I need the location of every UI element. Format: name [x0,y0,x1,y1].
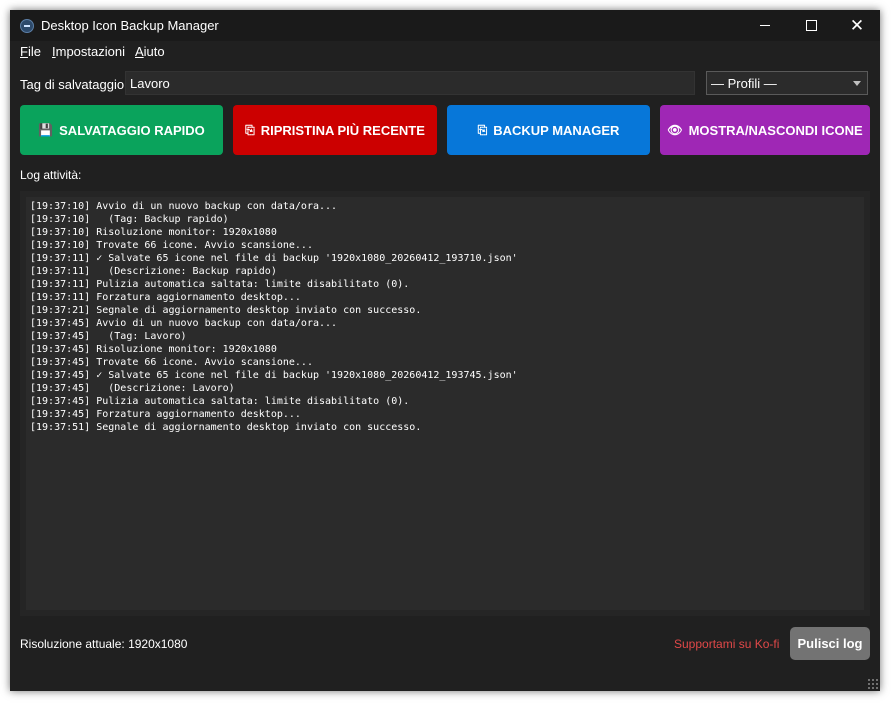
minimize-button[interactable] [742,10,788,41]
backup-manager-label: BACKUP MANAGER [493,122,620,138]
toggle-icons-label: MOSTRA/NASCONDI ICONE [688,122,863,138]
log-line: [19:37:11] (Descrizione: Backup rapido) [30,266,277,277]
restore-latest-label: RIPRISTINA PIÙ RECENTE [260,122,425,138]
log-line: [19:37:10] Risoluzione monitor: 1920x108… [30,227,277,238]
profile-dropdown[interactable]: — Profili — [706,71,868,95]
log-line: [19:37:11] Pulizia automatica saltata: l… [30,279,410,290]
log-label: Log attività: [20,168,82,182]
eye-icon: 👁 [667,123,683,137]
toggle-icons-button[interactable]: 👁 MOSTRA/NASCONDI ICONE [660,105,870,155]
log-line: [19:37:45] Forzatura aggiornamento deskt… [30,409,301,420]
log-line: [19:37:11] ✓ Salvate 65 icone nel file d… [30,253,518,264]
log-line: [19:37:10] (Tag: Backup rapido) [30,214,229,225]
tag-label: Tag di salvataggio: [20,77,128,92]
floppy-icon: 💾 [38,123,54,137]
folder-icon: ⎘ [477,122,488,137]
close-button[interactable]: ✕ [834,10,880,41]
profile-dropdown-value: — Profili — [711,76,777,91]
log-line: [19:37:11] Forzatura aggiornamento deskt… [30,292,301,303]
title-bar[interactable]: Desktop Icon Backup Manager ✕ [10,10,880,41]
log-line: [19:37:51] Segnale di aggiornamento desk… [30,422,422,433]
menu-help[interactable]: Aiuto [135,44,165,59]
clear-log-button[interactable]: Pulisci log [790,627,870,660]
maximize-button[interactable] [788,10,834,41]
quick-save-label: SALVATAGGIO RAPIDO [59,122,205,138]
log-line: [19:37:10] Avvio di un nuovo backup con … [30,201,338,212]
log-line: [19:37:45] (Tag: Lavoro) [30,331,187,342]
tag-input[interactable] [125,71,695,95]
menu-bar: File Impostazioni Aiuto [10,41,880,63]
close-icon: ✕ [849,16,865,35]
log-line: [19:37:45] ✓ Salvate 65 icone nel file d… [30,370,518,381]
log-line: [19:37:45] Trovate 66 icone. Avvio scans… [30,357,313,368]
resize-grip[interactable] [867,678,878,689]
minimize-icon [760,25,770,26]
app-logo-icon [20,19,34,33]
log-line: [19:37:45] Pulizia automatica saltata: l… [30,396,410,407]
log-line: [19:37:21] Segnale di aggiornamento desk… [30,305,422,316]
restore-latest-button[interactable]: ⎘ RIPRISTINA PIÙ RECENTE [233,105,437,155]
chevron-down-icon [853,81,861,86]
menu-file[interactable]: File [20,44,41,59]
menu-settings[interactable]: Impostazioni [52,44,125,59]
log-line: [19:37:45] Avvio di un nuovo backup con … [30,318,338,329]
log-line: [19:37:10] Trovate 66 icone. Avvio scans… [30,240,313,251]
current-resolution-status: Risoluzione attuale: 1920x1080 [20,637,188,651]
activity-log[interactable]: [19:37:10] Avvio di un nuovo backup con … [26,197,864,610]
maximize-icon [805,20,817,31]
restore-icon: ⎘ [245,122,255,137]
window-title: Desktop Icon Backup Manager [41,18,219,33]
kofi-support-link[interactable]: Supportami su Ko-fi [674,637,779,651]
quick-save-button[interactable]: 💾 SALVATAGGIO RAPIDO [20,105,223,155]
log-line: [19:37:45] (Descrizione: Lavoro) [30,383,235,394]
backup-manager-button[interactable]: ⎘ BACKUP MANAGER [447,105,650,155]
log-line: [19:37:45] Risoluzione monitor: 1920x108… [30,344,277,355]
app-window: Desktop Icon Backup Manager ✕ File Impos… [10,10,880,691]
